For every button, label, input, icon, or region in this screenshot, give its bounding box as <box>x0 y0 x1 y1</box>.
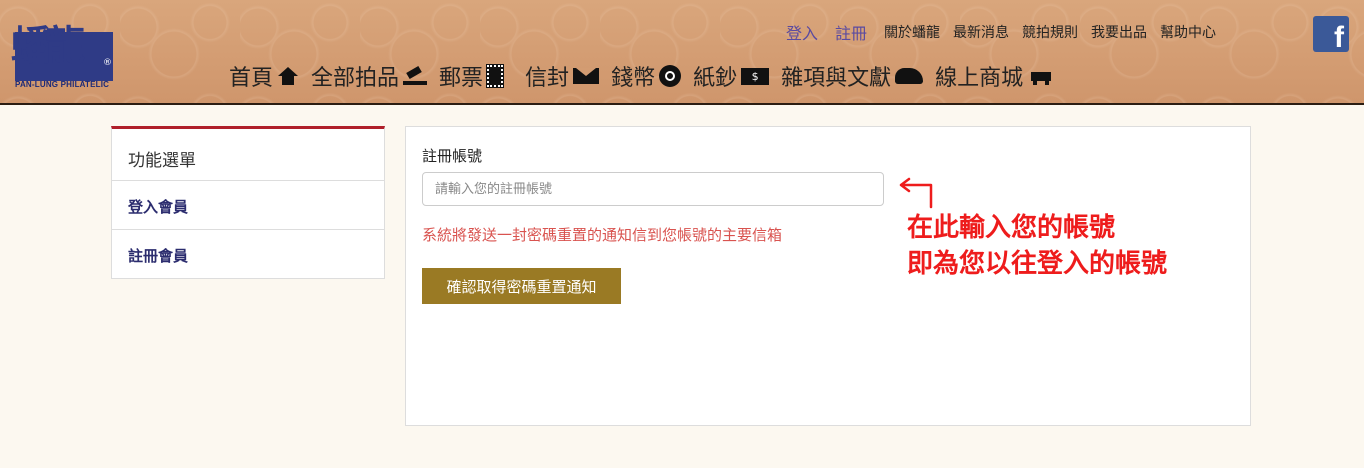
about-link[interactable]: 關於蟠龍 <box>884 22 940 42</box>
nav-stamps-label: 郵票 <box>439 66 484 91</box>
nav-covers-label: 信封 <box>525 66 570 91</box>
coin-icon <box>659 65 682 87</box>
envelope-icon <box>573 68 600 84</box>
sidebar-item-member-login[interactable]: 登入會員 <box>112 181 384 230</box>
function-menu-title: 功能選單 <box>112 129 384 181</box>
help-center-link[interactable]: 幫助中心 <box>1160 22 1216 42</box>
shoe-icon <box>895 68 924 84</box>
account-field-label: 註冊帳號 <box>422 147 483 165</box>
annotation-line-2: 即為您以往登入的帳號 <box>907 249 1168 279</box>
request-reset-button[interactable]: 確認取得密碼重置通知 <box>422 268 621 304</box>
nav-online-shop-label: 線上商城 <box>935 66 1024 91</box>
nav-coins[interactable]: 錢幣 <box>611 60 682 92</box>
nav-banknotes-label: 紙鈔 <box>693 66 738 91</box>
cart-icon <box>1027 67 1055 85</box>
banknote-icon: $ <box>741 67 770 85</box>
nav-banknotes[interactable]: 紙鈔 $ <box>693 60 770 92</box>
nav-coins-label: 錢幣 <box>611 66 656 91</box>
logo-characters: 蟠龍 <box>11 22 85 69</box>
reset-hint-text: 系統將發送一封密碼重置的通知信到您帳號的主要信箱 <box>422 226 783 244</box>
logo-subtitle: PAN-LUNG PHILATELIC <box>15 80 110 89</box>
function-menu: 功能選單 登入會員 註冊會員 <box>111 126 385 279</box>
login-link[interactable]: 登入 <box>786 20 818 44</box>
site-header: 蟠龍 ® PAN-LUNG PHILATELIC 登入 註冊 關於蟠龍 最新消息… <box>0 0 1364 105</box>
account-input[interactable] <box>422 172 884 206</box>
nav-home-label: 首頁 <box>229 66 274 91</box>
nav-online-shop[interactable]: 線上商城 <box>935 60 1055 92</box>
auction-rules-link[interactable]: 競拍規則 <box>1022 22 1078 42</box>
top-links: 登入 註冊 關於蟠龍 最新消息 競拍規則 我要出品 幫助中心 <box>786 20 1229 44</box>
annotation-line-1: 在此輸入您的帳號 <box>907 213 1116 243</box>
nav-all-lots-label: 全部拍品 <box>311 66 400 91</box>
home-icon <box>277 67 299 85</box>
nav-all-lots[interactable]: 全部拍品 <box>311 60 428 92</box>
annotation-note: 在此輸入您的帳號 即為您以往登入的帳號 <box>907 210 1167 282</box>
nav-covers[interactable]: 信封 <box>525 60 600 92</box>
register-link[interactable]: 註冊 <box>835 20 867 44</box>
nav-misc-literature-label: 雜項與文獻 <box>781 66 892 91</box>
nav-home[interactable]: 首頁 <box>229 60 299 92</box>
main-nav: 首頁 全部拍品 郵票 信封 錢幣 紙鈔 $ 雜項與文獻 線上商城 <box>229 60 1067 92</box>
stamp-icon <box>486 64 505 88</box>
gavel-icon <box>403 67 428 85</box>
logo-registered-mark: ® <box>103 58 112 68</box>
site-logo[interactable]: 蟠龍 ® PAN-LUNG PHILATELIC <box>11 18 114 92</box>
facebook-icon[interactable]: f <box>1313 16 1349 54</box>
news-link[interactable]: 最新消息 <box>953 22 1009 42</box>
nav-stamps[interactable]: 郵票 <box>439 60 505 92</box>
annotation-arrow-icon <box>899 177 933 209</box>
sidebar-item-member-register[interactable]: 註冊會員 <box>112 230 384 279</box>
nav-misc-literature[interactable]: 雜項與文獻 <box>781 60 924 92</box>
consign-link[interactable]: 我要出品 <box>1091 22 1147 42</box>
